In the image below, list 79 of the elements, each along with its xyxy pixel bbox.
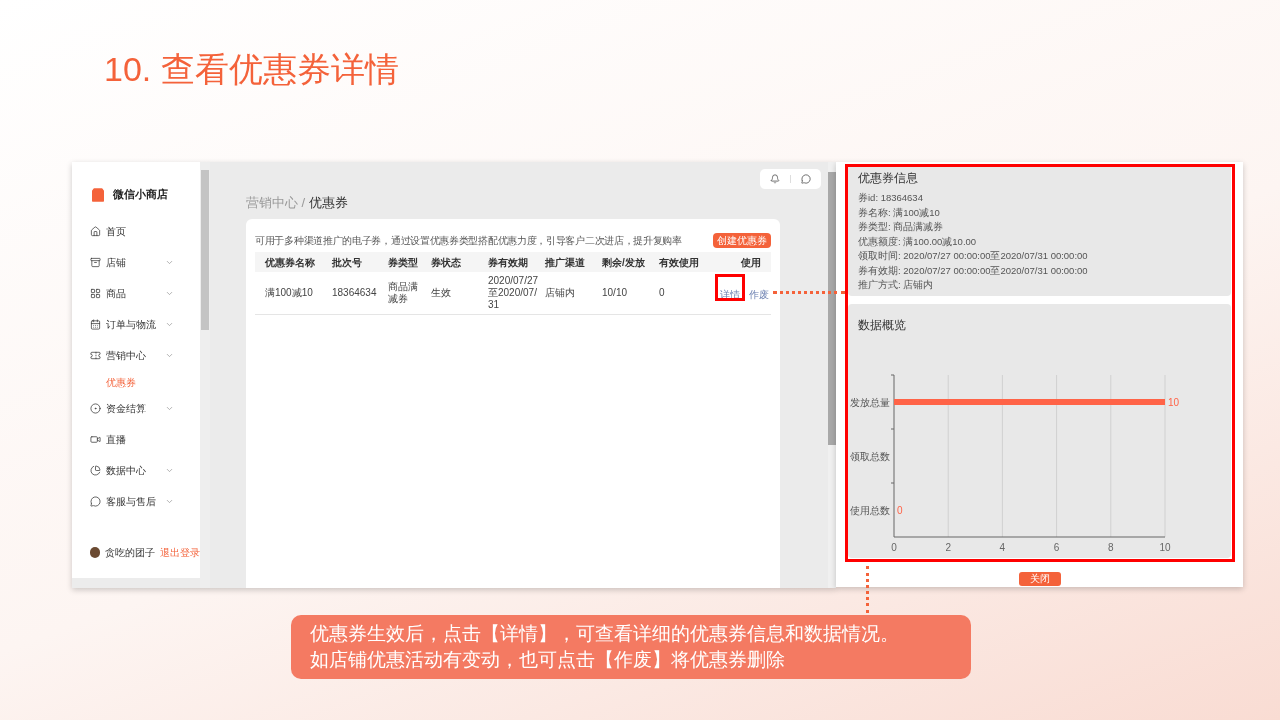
column-header: 有效使用 xyxy=(659,255,700,270)
info-title: 优惠券信息 xyxy=(858,170,919,187)
tick-label: 6 xyxy=(1053,542,1060,553)
caption-line: 如店铺优惠活动有变动，也可点击【作废】将优惠券删除 xyxy=(310,648,786,672)
table-cell-text: 店铺内 xyxy=(545,287,576,299)
value-label: 10 xyxy=(1168,396,1180,408)
table-cell-text: 18364634 xyxy=(332,287,378,299)
table-cell-text: 商品满减券 xyxy=(388,281,419,305)
brand-name: 微信小商店 xyxy=(113,187,168,203)
table-cell-text: 10/10 xyxy=(602,287,629,299)
leader-line xyxy=(866,566,869,613)
tick-label: 4 xyxy=(999,542,1006,553)
info-line: 券id: 18364634 xyxy=(858,191,924,205)
category-label: 发放总量 xyxy=(850,396,890,408)
description-text: 可用于多种渠道推广的电子券，通过设置优惠券类型搭配优惠力度，引导客户二次进店，提升复购率 xyxy=(255,233,683,248)
nav-item[interactable]: 客服与售后 xyxy=(72,486,200,517)
tick-label: 2 xyxy=(945,542,951,553)
column-header: 推广渠道 xyxy=(545,255,586,270)
nav-item[interactable]: 商品 xyxy=(72,278,200,309)
column-header: 剩余/发放 xyxy=(602,255,646,270)
vertical-scrollbar[interactable] xyxy=(828,162,836,588)
ticket-icon xyxy=(90,350,101,361)
column-header: 优惠券名称 xyxy=(265,255,316,270)
avatar xyxy=(90,546,100,558)
action-link[interactable]: 作废 xyxy=(749,289,769,300)
table-cell-text: 满100减10 xyxy=(265,287,314,299)
nav-item[interactable]: 营销中心 xyxy=(72,340,200,371)
breadcrumb-current: 优惠券 xyxy=(308,194,348,213)
user-name: 贪吃的团子 xyxy=(104,545,155,560)
bell-icon[interactable] xyxy=(770,174,780,184)
column-header: 券类型 xyxy=(388,255,419,270)
table-cell-text: 生效 xyxy=(431,287,452,299)
horizontal-scrollbar[interactable] xyxy=(72,578,200,588)
video-camera-icon xyxy=(90,434,101,445)
nav-item[interactable]: 首页 xyxy=(72,216,200,247)
nav-item[interactable]: 直播 xyxy=(72,424,200,455)
info-line: 领取时间: 2020/07/27 00:00:00至2020/07/31 00:00:00 xyxy=(858,249,1089,263)
info-line: 券有效期: 2020/07/27 00:00:00至2020/07/31 00:00:00 xyxy=(858,263,1089,278)
caption-line: 优惠券生效后，点击【详情】，可查看详细的优惠券信息和数据情况。 xyxy=(310,622,900,646)
chevron-icon xyxy=(165,258,174,267)
info-line: 券类型: 商品满减券 xyxy=(858,220,945,234)
tick-label: 8 xyxy=(1108,542,1114,553)
storefront-icon xyxy=(90,257,101,268)
calendar-icon xyxy=(90,319,101,330)
category-label: 使用总数 xyxy=(850,504,890,516)
column-header: 使用 xyxy=(741,255,762,270)
chevron-icon xyxy=(165,289,174,298)
tick-label: 0 xyxy=(891,542,897,553)
column-header: 批次号 xyxy=(332,255,363,270)
column-header: 券状态 xyxy=(431,255,462,270)
target-icon xyxy=(90,403,101,414)
info-line: 优惠额度: 满100.00减10.00 xyxy=(858,234,978,249)
table-cell-text: 0 xyxy=(659,287,666,299)
nav-item[interactable]: 店铺 xyxy=(72,247,200,278)
chevron-icon xyxy=(165,320,174,329)
slide-title: 10. 查看优惠券详情 xyxy=(104,49,399,90)
nav-item[interactable]: 资金结算 xyxy=(72,393,200,424)
nav-item[interactable]: 订单与物流 xyxy=(72,309,200,340)
table-cell-text: 2020/07/27至2020/07/31 xyxy=(488,275,540,311)
chat-bubble-icon[interactable] xyxy=(801,174,811,184)
pie-chart-icon xyxy=(90,465,101,476)
chevron-icon xyxy=(165,497,174,506)
overview-title: 数据概览 xyxy=(858,317,907,334)
info-line: 券名称: 满100减10 xyxy=(858,205,941,220)
highlight-frame xyxy=(715,274,745,301)
category-label: 领取总数 xyxy=(850,450,890,462)
value-label: 0 xyxy=(897,504,903,516)
chat-bubble-icon xyxy=(90,496,101,507)
home-icon xyxy=(90,226,101,237)
nav-item[interactable]: 数据中心 xyxy=(72,455,200,486)
column-header: 券有效期 xyxy=(488,255,529,270)
leader-line xyxy=(773,291,845,294)
tick-label: 10 xyxy=(1159,542,1171,553)
chevron-icon xyxy=(165,351,174,360)
info-line: 推广方式: 店铺内 xyxy=(858,278,935,292)
vertical-scrollbar[interactable] xyxy=(200,162,210,588)
chevron-icon xyxy=(165,404,174,413)
chevron-icon xyxy=(165,466,174,475)
grid-icon xyxy=(90,288,101,299)
